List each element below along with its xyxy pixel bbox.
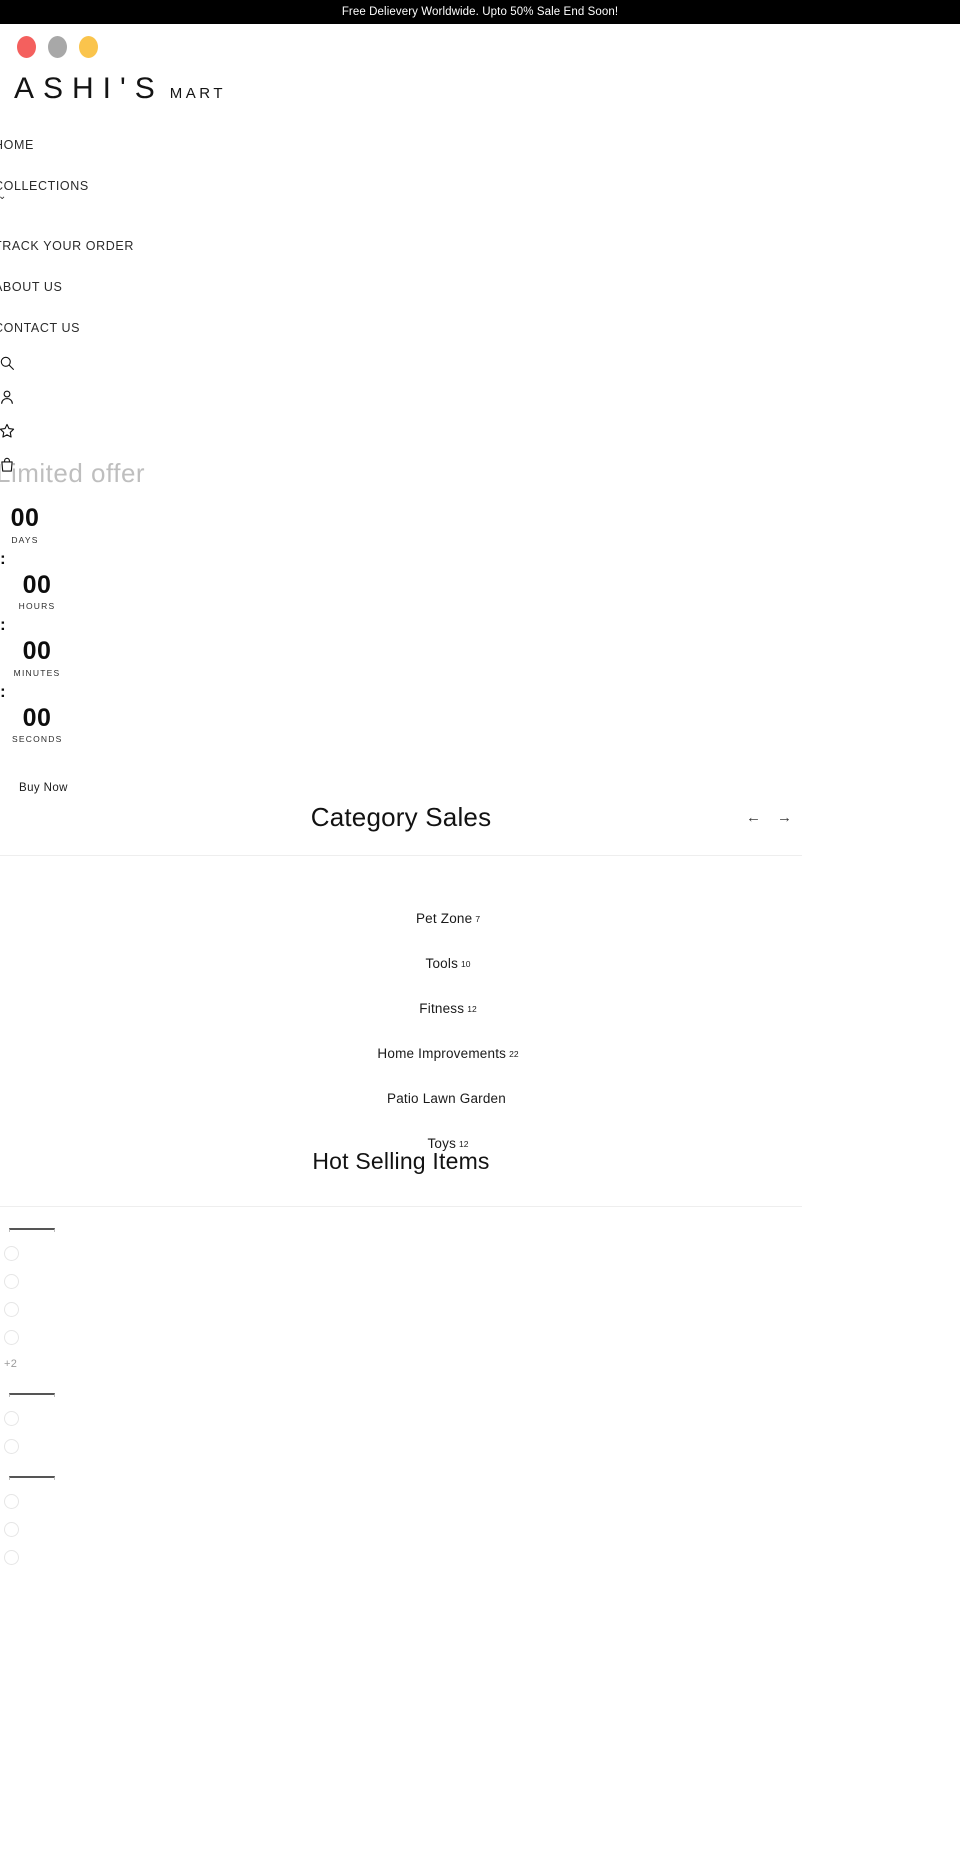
section-divider — [0, 1206, 802, 1207]
search-icon[interactable] — [0, 352, 18, 374]
category-name: Tools — [425, 956, 459, 971]
dot-gray-icon — [48, 36, 67, 58]
logo-dots — [14, 36, 226, 58]
color-swatch[interactable] — [4, 1302, 19, 1317]
countdown-separator: : — [0, 548, 6, 568]
category-count: 12 — [467, 1003, 477, 1014]
logo-sub-text: MART — [169, 85, 226, 102]
chevron-down-icon: ⌄ — [0, 191, 7, 202]
color-swatch[interactable] — [4, 1550, 19, 1565]
category-count: 7 — [475, 913, 481, 924]
category-name: Fitness — [419, 1001, 465, 1016]
nav-item-label: TRACK YOUR ORDER — [0, 239, 134, 253]
nav-item-label: CONTACT US — [0, 321, 81, 335]
user-account-icon[interactable] — [0, 386, 18, 408]
section-divider — [0, 855, 802, 856]
page-title: Category Sales — [310, 802, 492, 832]
countdown-unit-days: 00 DAYS — [0, 504, 50, 545]
countdown-label: SECONDS — [12, 734, 63, 744]
nav-item-collections[interactable]: COLLECTIONS ⌄ — [0, 179, 314, 202]
nav-item-about-us[interactable]: ABOUT US — [0, 280, 314, 294]
countdown-label: MINUTES — [13, 667, 61, 678]
nav-item-label: ABOUT US — [0, 280, 63, 294]
countdown-label: DAYS — [11, 534, 39, 545]
countdown-unit-hours: 00 HOURS — [12, 570, 62, 611]
countdown-value: 00 — [22, 570, 52, 599]
color-swatch[interactable] — [4, 1246, 19, 1261]
site-logo[interactable]: ASHI'S MART — [14, 36, 226, 104]
carousel-navigation: ← → — [746, 810, 792, 825]
category-list: Pet Zone 7 Tools 10 Fitness 12 Home Impr… — [0, 896, 896, 1166]
product-swatch-group — [0, 1393, 200, 1467]
arrow-right-icon[interactable]: → — [777, 810, 792, 825]
hero-title: Limited offer — [0, 458, 146, 488]
color-swatch[interactable] — [4, 1330, 19, 1345]
color-swatch[interactable] — [4, 1439, 19, 1454]
color-swatch[interactable] — [4, 1522, 19, 1537]
category-count: 22 — [509, 1048, 519, 1059]
countdown-value: 00 — [10, 504, 40, 532]
category-sales-header: Category Sales ← → — [0, 772, 960, 858]
color-swatch[interactable] — [4, 1411, 19, 1426]
promo-banner-text: Free Delievery Worldwide. Upto 50% Sale … — [341, 6, 619, 18]
countdown-value: 00 — [22, 703, 52, 732]
color-swatch[interactable] — [4, 1274, 19, 1289]
hot-selling-title: Hot Selling Items — [312, 1148, 490, 1174]
dot-red-icon — [17, 36, 36, 58]
nav-item-home[interactable]: HOME — [0, 138, 314, 152]
category-item-pet-zone[interactable]: Pet Zone 7 — [0, 896, 896, 941]
main-navigation: HOME COLLECTIONS ⌄ TRACK YOUR ORDER ABOU… — [0, 138, 314, 362]
category-item-patio-lawn-garden[interactable]: Patio Lawn Garden — [0, 1076, 896, 1121]
countdown-unit-minutes: 00 MINUTES — [12, 637, 62, 678]
logo-main-text: ASHI'S — [14, 72, 164, 105]
nav-item-contact-us[interactable]: CONTACT US — [0, 321, 314, 335]
storefront-page: Free Delievery Worldwide. Upto 50% Sale … — [0, 0, 960, 1875]
product-thumb-bar — [9, 1476, 55, 1480]
nav-item-label: HOME — [0, 138, 34, 152]
countdown-value: 00 — [22, 637, 52, 665]
category-item-fitness[interactable]: Fitness 12 — [0, 986, 896, 1031]
promo-banner: Free Delievery Worldwide. Upto 50% Sale … — [0, 0, 960, 24]
countdown-timer: 00 DAYS : 00 HOURS : 00 MINUTES : 00 SEC… — [0, 504, 220, 744]
product-thumb-bar — [9, 1228, 55, 1232]
logo-wordmark: ASHI'S MART — [14, 74, 226, 104]
category-name: Home Improvements — [377, 1046, 507, 1061]
countdown-unit-seconds: 00 SECONDS — [12, 703, 63, 744]
nav-item-label: COLLECTIONS — [0, 179, 89, 193]
category-item-home-improvements[interactable]: Home Improvements 22 — [0, 1031, 896, 1076]
category-name: Patio Lawn Garden — [387, 1091, 506, 1106]
product-swatch-group: +2 — [0, 1228, 200, 1370]
category-count: 12 — [459, 1138, 469, 1149]
nav-item-track-your-order[interactable]: TRACK YOUR ORDER — [0, 239, 314, 253]
color-swatch[interactable] — [4, 1494, 19, 1509]
countdown-separator: : — [0, 681, 6, 701]
countdown-label: HOURS — [18, 601, 56, 611]
category-name: Pet Zone — [415, 911, 473, 926]
product-thumb-bar — [9, 1393, 55, 1397]
product-swatch-group — [0, 1476, 200, 1578]
countdown-separator: : — [0, 615, 6, 634]
dot-yellow-icon — [79, 36, 98, 58]
wishlist-star-icon[interactable] — [0, 420, 18, 442]
category-count: 10 — [461, 958, 471, 969]
category-item-tools[interactable]: Tools 10 — [0, 941, 896, 986]
more-colors-label[interactable]: +2 — [4, 1358, 200, 1370]
arrow-left-icon[interactable]: ← — [746, 810, 761, 825]
